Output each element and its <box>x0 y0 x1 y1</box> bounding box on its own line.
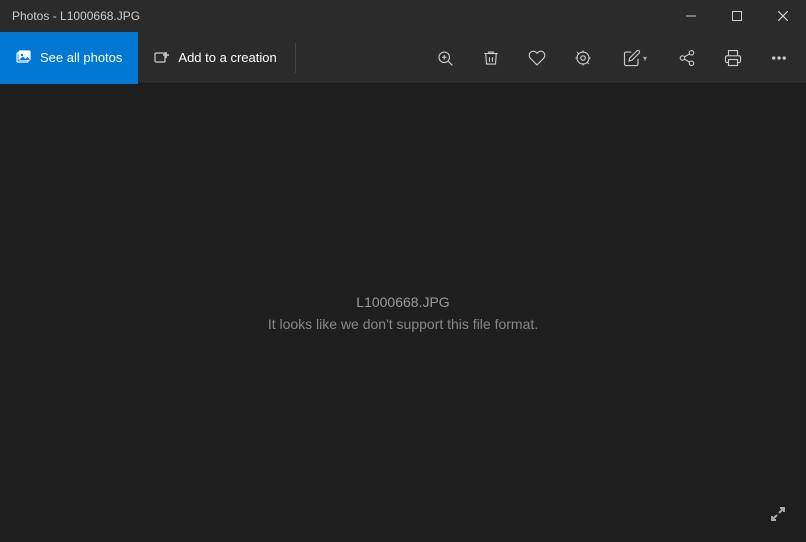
maximize-icon <box>732 11 742 21</box>
title-bar: Photos - L1000668.JPG <box>0 0 806 32</box>
photos-svg-icon <box>16 50 32 66</box>
close-button[interactable] <box>760 0 806 32</box>
add-creation-icon <box>154 50 170 66</box>
window-title: Photos - L1000668.JPG <box>12 9 140 23</box>
edit-dropdown-arrow: ▾ <box>643 54 647 63</box>
edit-icon <box>623 49 641 67</box>
print-icon <box>724 49 742 67</box>
minimize-icon <box>686 11 696 21</box>
enhance-button[interactable] <box>560 32 606 84</box>
expand-button[interactable] <box>762 498 794 530</box>
print-button[interactable] <box>710 32 756 84</box>
zoom-button[interactable] <box>422 32 468 84</box>
delete-icon <box>482 49 500 67</box>
close-icon <box>778 11 788 21</box>
more-options-button[interactable] <box>756 32 802 84</box>
add-to-creation-label: Add to a creation <box>178 50 276 65</box>
edit-button[interactable]: ▾ <box>606 32 664 84</box>
add-to-creation-button[interactable]: Add to a creation <box>138 32 292 84</box>
add-creation-svg-icon <box>154 50 170 66</box>
favorite-button[interactable] <box>514 32 560 84</box>
delete-button[interactable] <box>468 32 514 84</box>
maximize-button[interactable] <box>714 0 760 32</box>
toolbar-actions: ▾ <box>422 32 806 84</box>
minimize-button[interactable] <box>668 0 714 32</box>
error-container: L1000668.JPG It looks like we don't supp… <box>268 294 538 332</box>
main-content: L1000668.JPG It looks like we don't supp… <box>0 84 806 542</box>
error-filename: L1000668.JPG <box>268 294 538 310</box>
zoom-icon <box>436 49 454 67</box>
see-all-photos-label: See all photos <box>40 50 122 65</box>
share-icon <box>678 49 696 67</box>
share-button[interactable] <box>664 32 710 84</box>
window-controls <box>668 0 806 32</box>
expand-icon <box>770 506 786 522</box>
error-text: It looks like we don't support this file… <box>268 316 538 332</box>
see-all-photos-button[interactable]: See all photos <box>0 32 138 84</box>
toolbar-separator <box>295 43 296 73</box>
enhance-icon <box>574 49 592 67</box>
heart-icon <box>528 49 546 67</box>
photos-icon <box>16 50 32 66</box>
more-icon <box>770 49 788 67</box>
toolbar: See all photos Add to a creation <box>0 32 806 84</box>
